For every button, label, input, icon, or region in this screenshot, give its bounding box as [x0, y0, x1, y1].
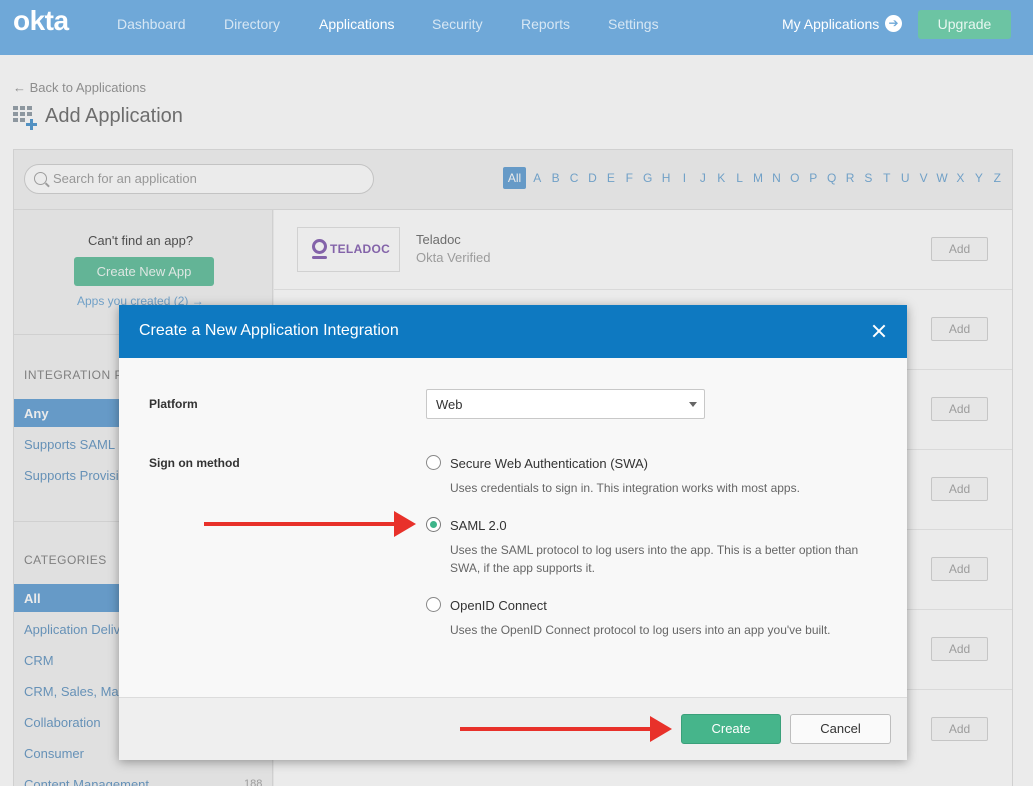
- platform-label: Platform: [149, 397, 198, 411]
- annotation-arrow: [204, 511, 416, 537]
- option-openid-label[interactable]: OpenID Connect: [450, 598, 547, 613]
- modal-header: Create a New Application Integration: [119, 305, 907, 358]
- platform-value: Web: [436, 397, 463, 412]
- nav-settings[interactable]: Settings: [608, 16, 659, 32]
- nav-applications[interactable]: Applications: [319, 16, 395, 32]
- top-nav: okta Dashboard Directory Applications Se…: [0, 0, 1033, 55]
- radio-swa[interactable]: [426, 455, 441, 470]
- upgrade-button[interactable]: Upgrade: [918, 10, 1011, 39]
- arrow-right-circle-icon[interactable]: ➔: [885, 15, 902, 32]
- option-openid-desc: Uses the OpenID Connect protocol to log …: [450, 623, 831, 637]
- option-swa-label[interactable]: Secure Web Authentication (SWA): [450, 456, 648, 471]
- create-button[interactable]: Create: [681, 714, 781, 744]
- option-saml-label[interactable]: SAML 2.0: [450, 518, 507, 533]
- create-app-integration-modal: Create a New Application Integration Pla…: [119, 305, 907, 760]
- option-saml-desc: Uses the SAML protocol to log users into…: [450, 543, 859, 575]
- nav-security[interactable]: Security: [432, 16, 483, 32]
- nav-reports[interactable]: Reports: [521, 16, 570, 32]
- okta-logo[interactable]: okta: [13, 5, 69, 37]
- option-swa-desc: Uses credentials to sign in. This integr…: [450, 481, 800, 495]
- radio-openid[interactable]: [426, 597, 441, 612]
- sign-on-method-label: Sign on method: [149, 456, 240, 470]
- chevron-down-icon: [689, 402, 697, 407]
- cancel-button[interactable]: Cancel: [790, 714, 891, 744]
- radio-saml[interactable]: [426, 517, 441, 532]
- my-applications-link[interactable]: My Applications: [782, 16, 879, 32]
- annotation-arrow: [460, 716, 672, 742]
- platform-select[interactable]: Web: [426, 389, 705, 419]
- nav-directory[interactable]: Directory: [224, 16, 280, 32]
- modal-title: Create a New Application Integration: [139, 322, 399, 339]
- nav-dashboard[interactable]: Dashboard: [117, 16, 186, 32]
- close-icon[interactable]: [870, 322, 888, 340]
